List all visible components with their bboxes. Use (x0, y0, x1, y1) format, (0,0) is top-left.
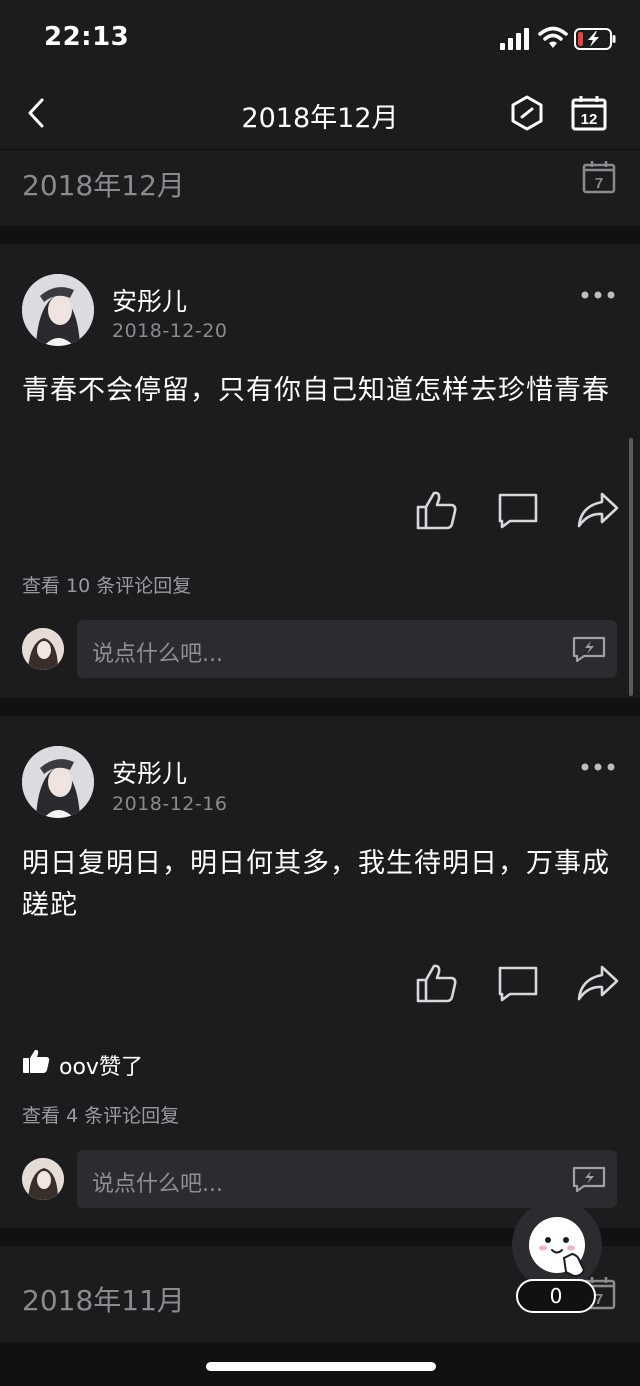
assistant-face-icon (529, 1217, 586, 1278)
post-text: 明日复明日，明日何其多，我生待明日，万事成蹉跎 (22, 848, 610, 921)
liked-by-text[interactable]: oov赞了 (59, 1049, 143, 1081)
quick-reply-icon[interactable] (572, 636, 606, 662)
post-text: 青春不会停留，只有你自己知道怎样去珍惜青春 (22, 375, 610, 406)
view-comments-link[interactable]: 查看 10 条评论回复 (22, 571, 191, 598)
comment-icon[interactable] (496, 490, 540, 530)
more-options-icon[interactable] (580, 762, 616, 772)
page-title: 2018年12月 (241, 103, 399, 134)
back-icon[interactable] (22, 96, 52, 130)
view-comments-link[interactable]: 查看 4 条评论回复 (22, 1101, 179, 1128)
calendar-icon[interactable]: 7 (582, 160, 616, 194)
scrollbar[interactable] (629, 438, 633, 696)
avatar (22, 628, 64, 670)
more-options-icon[interactable] (580, 290, 616, 300)
share-icon[interactable] (576, 963, 620, 1003)
like-icon[interactable] (415, 490, 459, 530)
calendar-day-number: 7 (595, 1291, 603, 1308)
comment-placeholder: 说点什么吧... (92, 642, 223, 667)
share-icon[interactable] (576, 490, 620, 530)
like-icon[interactable] (415, 963, 459, 1003)
battery-charging-icon (574, 28, 616, 50)
comment-placeholder: 说点什么吧... (92, 1172, 223, 1197)
floating-assistant-button[interactable] (512, 1200, 602, 1290)
calendar-icon[interactable]: 12 (570, 94, 608, 132)
user-name[interactable]: 安彤儿 (112, 282, 187, 318)
month-header-label: 2018年11月 (22, 1284, 185, 1317)
quick-reply-icon[interactable] (572, 1166, 606, 1192)
post-date: 2018-12-20 (112, 320, 228, 342)
comment-icon[interactable] (496, 963, 540, 1003)
home-indicator (206, 1362, 436, 1371)
avatar[interactable] (22, 274, 94, 346)
avatar[interactable] (22, 746, 94, 818)
month-header-label: 2018年12月 (22, 169, 185, 202)
cellular-signal-icon (500, 28, 529, 50)
liked-thumb-icon (23, 1049, 50, 1073)
avatar (22, 1158, 64, 1200)
post-date: 2018-12-16 (112, 793, 228, 815)
calendar-day-number: 12 (581, 111, 598, 128)
status-time: 22:13 (44, 22, 130, 52)
wifi-icon (538, 26, 568, 48)
hexagon-icon[interactable] (508, 94, 546, 132)
calendar-day-number: 7 (595, 175, 603, 192)
user-name[interactable]: 安彤儿 (112, 754, 187, 790)
counter-badge: 0 (516, 1279, 596, 1313)
